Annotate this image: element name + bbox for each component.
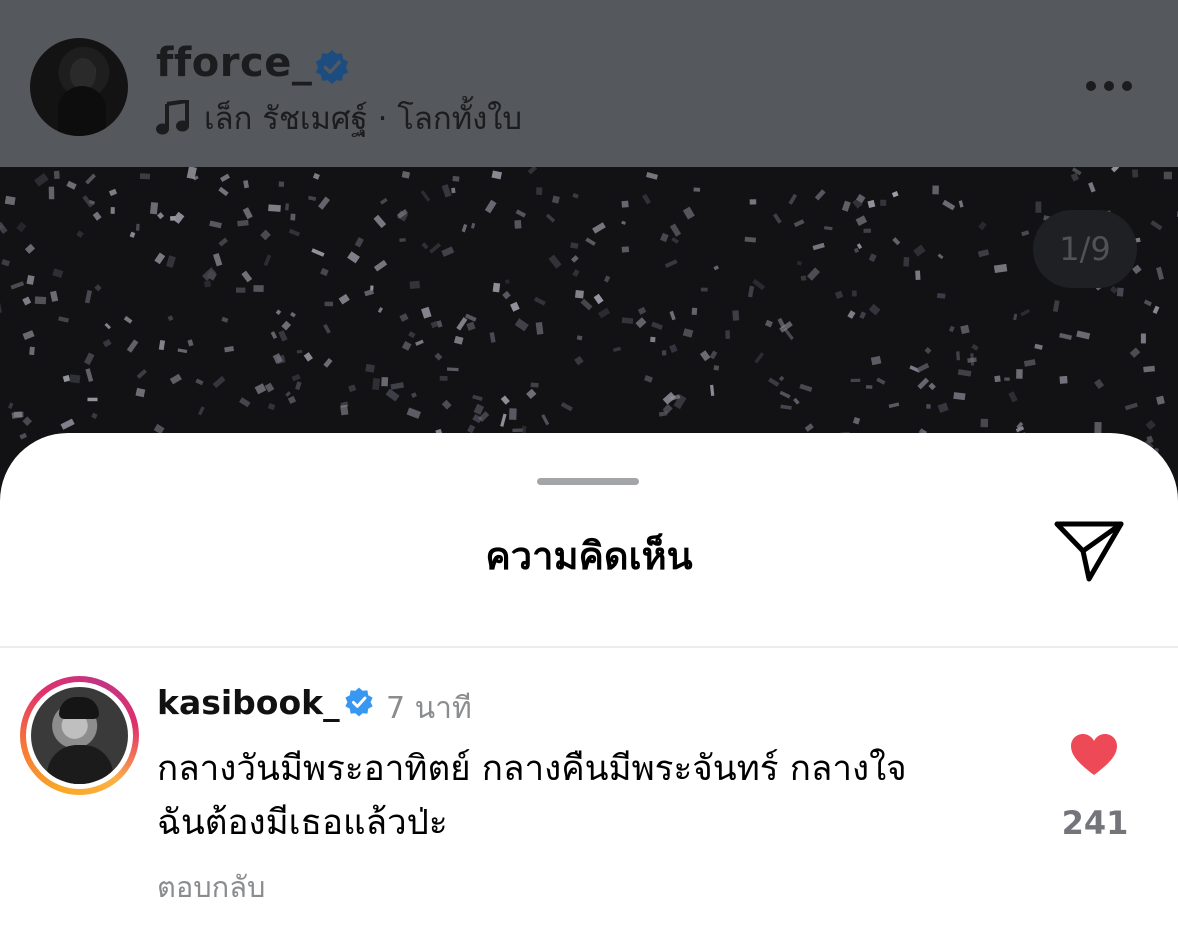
music-track[interactable]: เล็ก รัชเมศฐ์ · โลกทั้งใบ — [156, 96, 522, 140]
post-image[interactable] — [0, 167, 1178, 467]
divider — [0, 646, 1178, 648]
post-header: fforce_ เล็ก รัชเมศฐ์ · โลกทั้งใบ — [0, 0, 1178, 167]
send-icon[interactable] — [1052, 516, 1126, 584]
comment-username[interactable]: kasibook_ — [157, 683, 340, 722]
verified-badge-icon — [315, 49, 349, 85]
music-label: เล็ก รัชเมศฐ์ · โลกทั้งใบ — [204, 101, 523, 137]
more-options-icon[interactable] — [1086, 76, 1138, 96]
like-count: 241 — [1061, 804, 1129, 842]
heart-icon[interactable] — [1070, 733, 1118, 777]
image-counter: 1/9 — [1033, 210, 1137, 288]
commenter-avatar[interactable] — [20, 676, 139, 795]
sheet-title: ความคิดเห็น — [485, 534, 693, 578]
confetti-background — [0, 167, 1178, 467]
verified-badge-icon — [345, 687, 373, 717]
comment-timestamp: 7 นาที — [386, 691, 472, 726]
comment-text-line: กลางวันมีพระอาทิตย์ กลางคืนมีพระจันทร์ ก… — [157, 749, 907, 789]
sheet-grabber[interactable] — [537, 478, 639, 485]
comment-text: กลางวันมีพระอาทิตย์ กลางคืนมีพระจันทร์ ก… — [157, 742, 1037, 850]
author-avatar[interactable] — [30, 38, 128, 136]
instagram-post-screen: fforce_ เล็ก รัชเมศฐ์ · โลกทั้งใบ 1/9 คว… — [0, 0, 1178, 934]
reply-button[interactable]: ตอบกลับ — [157, 864, 265, 910]
comment-text-line: ฉันต้องมีเธอแล้วป่ะ — [157, 803, 448, 843]
music-note-icon — [156, 100, 189, 135]
author-username[interactable]: fforce_ — [156, 40, 312, 86]
